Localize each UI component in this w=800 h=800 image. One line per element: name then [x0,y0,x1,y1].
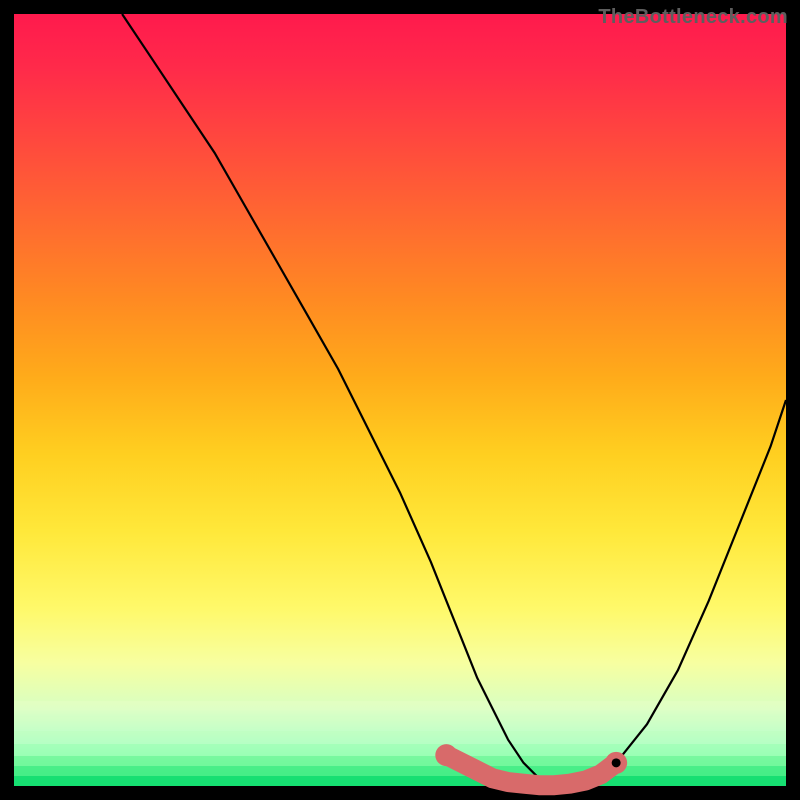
bottleneck-curve-svg [14,14,786,786]
watermark-label: TheBottleneck.com [598,6,788,29]
chart-plot-area [14,14,786,786]
bottleneck-curve [122,14,786,786]
optimal-band-cap [435,744,457,766]
optimal-point-dot [612,758,621,767]
chart-stage: TheBottleneck.com [0,0,800,800]
